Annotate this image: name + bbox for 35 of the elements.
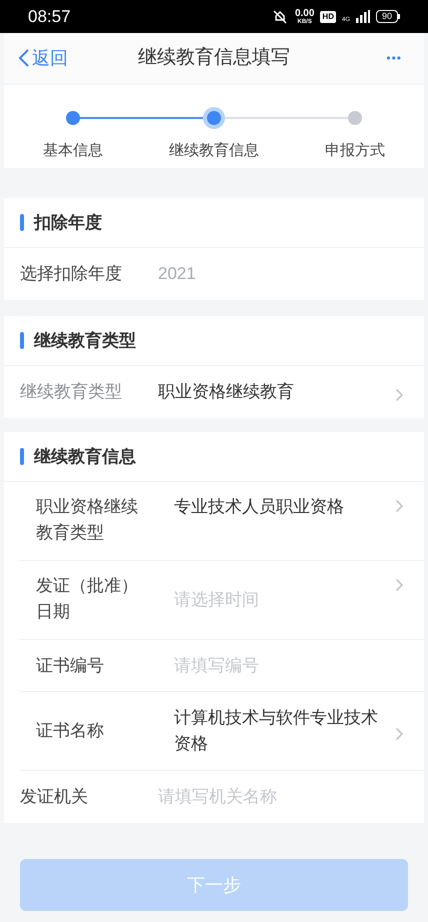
step-label: 申报方式 (325, 141, 385, 161)
field-label: 继续教育类型 (20, 381, 123, 403)
signal-icon (356, 10, 370, 23)
section-marker (20, 448, 24, 465)
field-value[interactable]: 计算机技术与软件专业技术资格 (174, 705, 388, 757)
battery-level: 90 (376, 10, 398, 23)
hd-badge: HD (320, 10, 336, 22)
field-label: 选择扣除年度 (20, 263, 123, 285)
section-marker (20, 214, 24, 231)
field-label: 职业资格继续教育类型 (36, 496, 139, 544)
field-value[interactable]: 职业资格继续教育 (158, 379, 372, 405)
input-field[interactable]: 请选择时间 (174, 573, 395, 627)
step-label: 继续教育信息 (169, 141, 259, 161)
chevron-right-icon (395, 578, 404, 592)
field-value: 2021 (158, 263, 197, 285)
chevron-right-icon (395, 388, 404, 402)
field-label: 证书编号 (36, 654, 105, 676)
status-time: 08:57 (28, 6, 71, 28)
net-speed: 0.00 (294, 8, 314, 18)
step-label: 基本信息 (43, 141, 103, 161)
field-label: 发证机关 (20, 786, 89, 808)
field-label: 发证（批准）日期 (36, 575, 139, 623)
page-title: 继续教育信息填写 (138, 46, 290, 70)
input-field[interactable]: 请填写编号 (174, 652, 404, 678)
field-value[interactable]: 专业技术人员职业资格 (174, 494, 388, 548)
section-title: 继续教育信息 (34, 446, 136, 468)
back-chevron-icon (18, 48, 30, 68)
section-title: 继续教育类型 (34, 330, 136, 352)
mute-bell-icon (270, 10, 289, 24)
chevron-right-icon (395, 726, 404, 740)
section-marker (20, 332, 24, 349)
section-title: 扣除年度 (34, 212, 102, 234)
field-label: 证书名称 (36, 720, 105, 742)
chevron-right-icon (395, 499, 404, 513)
input-field[interactable]: 请填写机关名称 (158, 784, 404, 810)
